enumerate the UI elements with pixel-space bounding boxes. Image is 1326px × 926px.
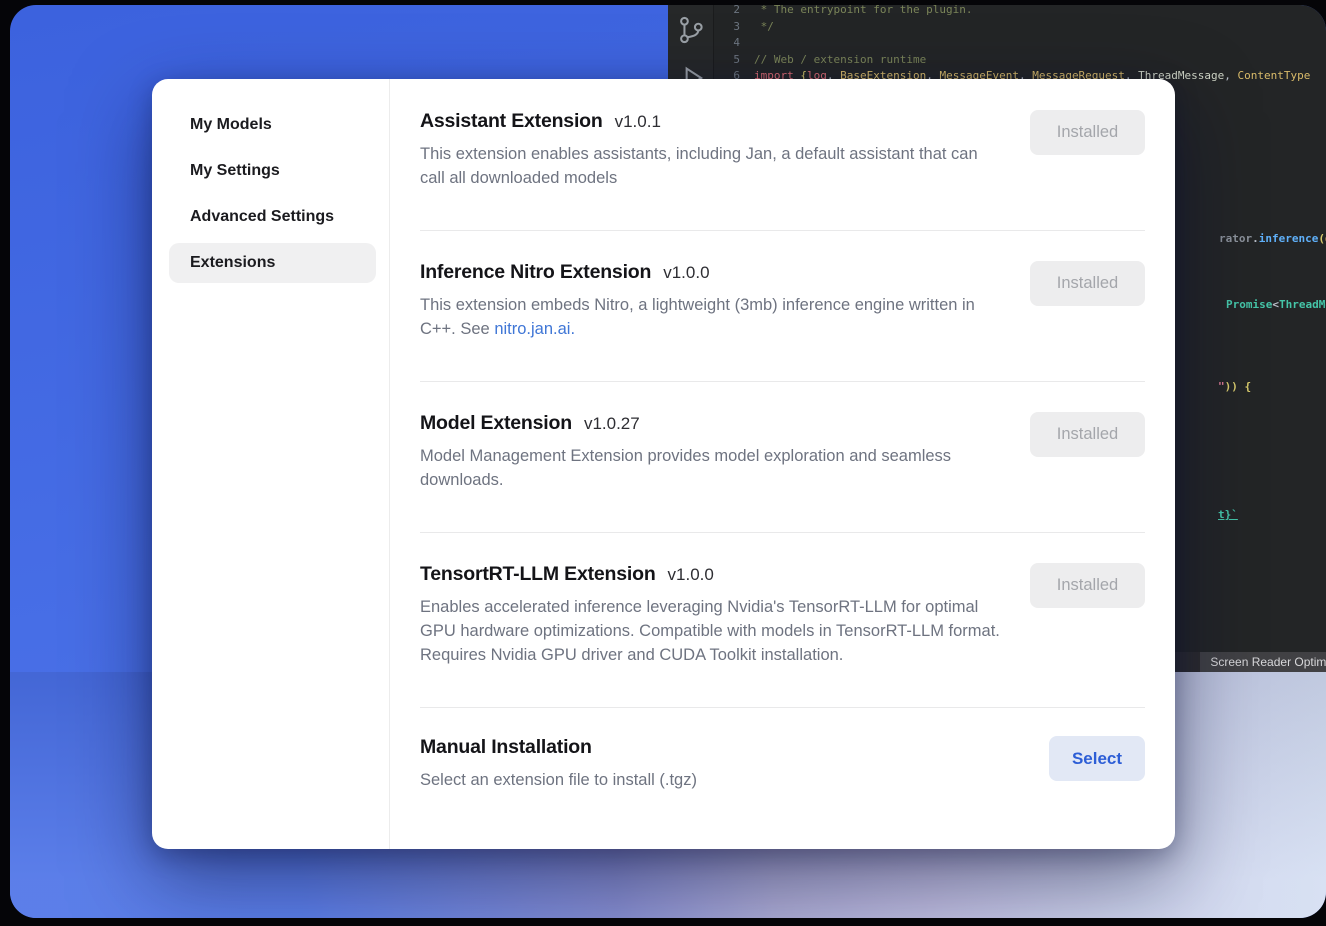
code-token: t}` — [1218, 508, 1238, 521]
extension-text: Manual Installation Select an extension f… — [420, 736, 1000, 792]
code-fragment: rator.inference(data)); — [1219, 232, 1326, 246]
sidebar-item-my-models[interactable]: My Models — [169, 105, 376, 145]
code-token: // Web / extension runtime — [754, 53, 926, 66]
code-token: */ — [754, 20, 774, 33]
extension-version: v1.0.0 — [668, 565, 714, 584]
extension-description: Enables accelerated inference leveraging… — [420, 595, 1000, 667]
desktop-wallpaper: 2 * The entrypoint for the plugin.3 */45… — [10, 5, 1326, 918]
code-token: rator — [1219, 232, 1252, 245]
line-number: 3 — [714, 19, 754, 36]
code-token: inference — [1259, 232, 1319, 245]
extension-text: TensortRT-LLM Extensionv1.0.0 Enables acc… — [420, 563, 1000, 667]
code-line: 3 */ — [714, 19, 1326, 36]
installed-button[interactable]: Installed — [1030, 261, 1145, 306]
installed-button[interactable]: Installed — [1030, 110, 1145, 155]
code-lines: 2 * The entrypoint for the plugin.3 */45… — [714, 5, 1326, 85]
code-token: )) — [1225, 380, 1238, 393]
installed-button[interactable]: Installed — [1030, 563, 1145, 608]
code-token: " — [1218, 380, 1225, 393]
code-fragment: t}` — [1218, 508, 1238, 522]
extension-row: Assistant Extensionv1.0.1 This extension … — [420, 79, 1145, 231]
nitro-link[interactable]: nitro.jan.ai. — [494, 320, 575, 338]
code-token: * The entrypoint for the plugin. — [754, 5, 973, 16]
extension-text: Inference Nitro Extensionv1.0.0 This exte… — [420, 261, 1000, 341]
extension-description: This extension enables assistants, inclu… — [420, 142, 1000, 190]
select-button[interactable]: Select — [1049, 736, 1145, 781]
code-token: Promise — [1226, 298, 1272, 311]
extension-name: Assistant Extensionv1.0.1 — [420, 110, 1000, 133]
code-line: 5// Web / extension runtime — [714, 52, 1326, 69]
extension-description: Select an extension file to install (.tg… — [420, 768, 1000, 792]
code-token: { — [1238, 380, 1251, 393]
extension-name: Inference Nitro Extensionv1.0.0 — [420, 261, 1000, 284]
code-token: ThreadMessage — [1279, 298, 1326, 311]
code-fragment: Promise<ThreadMessage> — [1226, 298, 1326, 312]
code-token: , — [1224, 69, 1237, 82]
settings-sidebar: My Models My Settings Advanced Settings Ext… — [152, 79, 390, 849]
extension-row: TensortRT-LLM Extensionv1.0.0 Enables acc… — [420, 533, 1145, 708]
sidebar-item-my-settings[interactable]: My Settings — [169, 151, 376, 191]
extension-description: This extension embeds Nitro, a lightweig… — [420, 293, 1000, 341]
jan-settings-modal: My Models My Settings Advanced Settings Ext… — [152, 79, 1175, 849]
code-line: 2 * The entrypoint for the plugin. — [714, 5, 1326, 19]
extension-version: v1.0.0 — [663, 263, 709, 282]
extension-name: TensortRT-LLM Extensionv1.0.0 — [420, 563, 1000, 586]
code-token: ContentType — [1238, 69, 1311, 82]
line-number: 2 — [714, 5, 754, 19]
extension-row: Inference Nitro Extensionv1.0.0 This exte… — [420, 231, 1145, 382]
extension-name: Model Extensionv1.0.27 — [420, 412, 1000, 435]
source-control-icon[interactable] — [675, 14, 707, 51]
extension-name: Manual Installation — [420, 736, 1000, 759]
extension-text: Model Extensionv1.0.27 Model Management E… — [420, 412, 1000, 492]
code-token: . — [1252, 232, 1259, 245]
code-fragment: ")) { — [1218, 380, 1251, 394]
line-number: 5 — [714, 52, 754, 69]
extensions-list: Assistant Extensionv1.0.1 This extension … — [390, 79, 1175, 849]
sidebar-item-advanced-settings[interactable]: Advanced Settings — [169, 197, 376, 237]
sidebar-item-extensions[interactable]: Extensions — [169, 243, 376, 283]
code-token: ( — [1318, 232, 1325, 245]
extension-row: Model Extensionv1.0.27 Model Management E… — [420, 382, 1145, 533]
extension-version: v1.0.1 — [615, 112, 661, 131]
line-number: 4 — [714, 35, 754, 52]
extension-description: Model Management Extension provides mode… — [420, 444, 1000, 492]
code-line: 4 — [714, 35, 1326, 52]
extension-version: v1.0.27 — [584, 414, 640, 433]
extension-row: Manual Installation Select an extension f… — [420, 708, 1145, 812]
extension-text: Assistant Extensionv1.0.1 This extension … — [420, 110, 1000, 190]
installed-button[interactable]: Installed — [1030, 412, 1145, 457]
code-token: < — [1272, 298, 1279, 311]
screen-reader-badge[interactable]: Screen Reader Optimize — [1200, 652, 1326, 672]
